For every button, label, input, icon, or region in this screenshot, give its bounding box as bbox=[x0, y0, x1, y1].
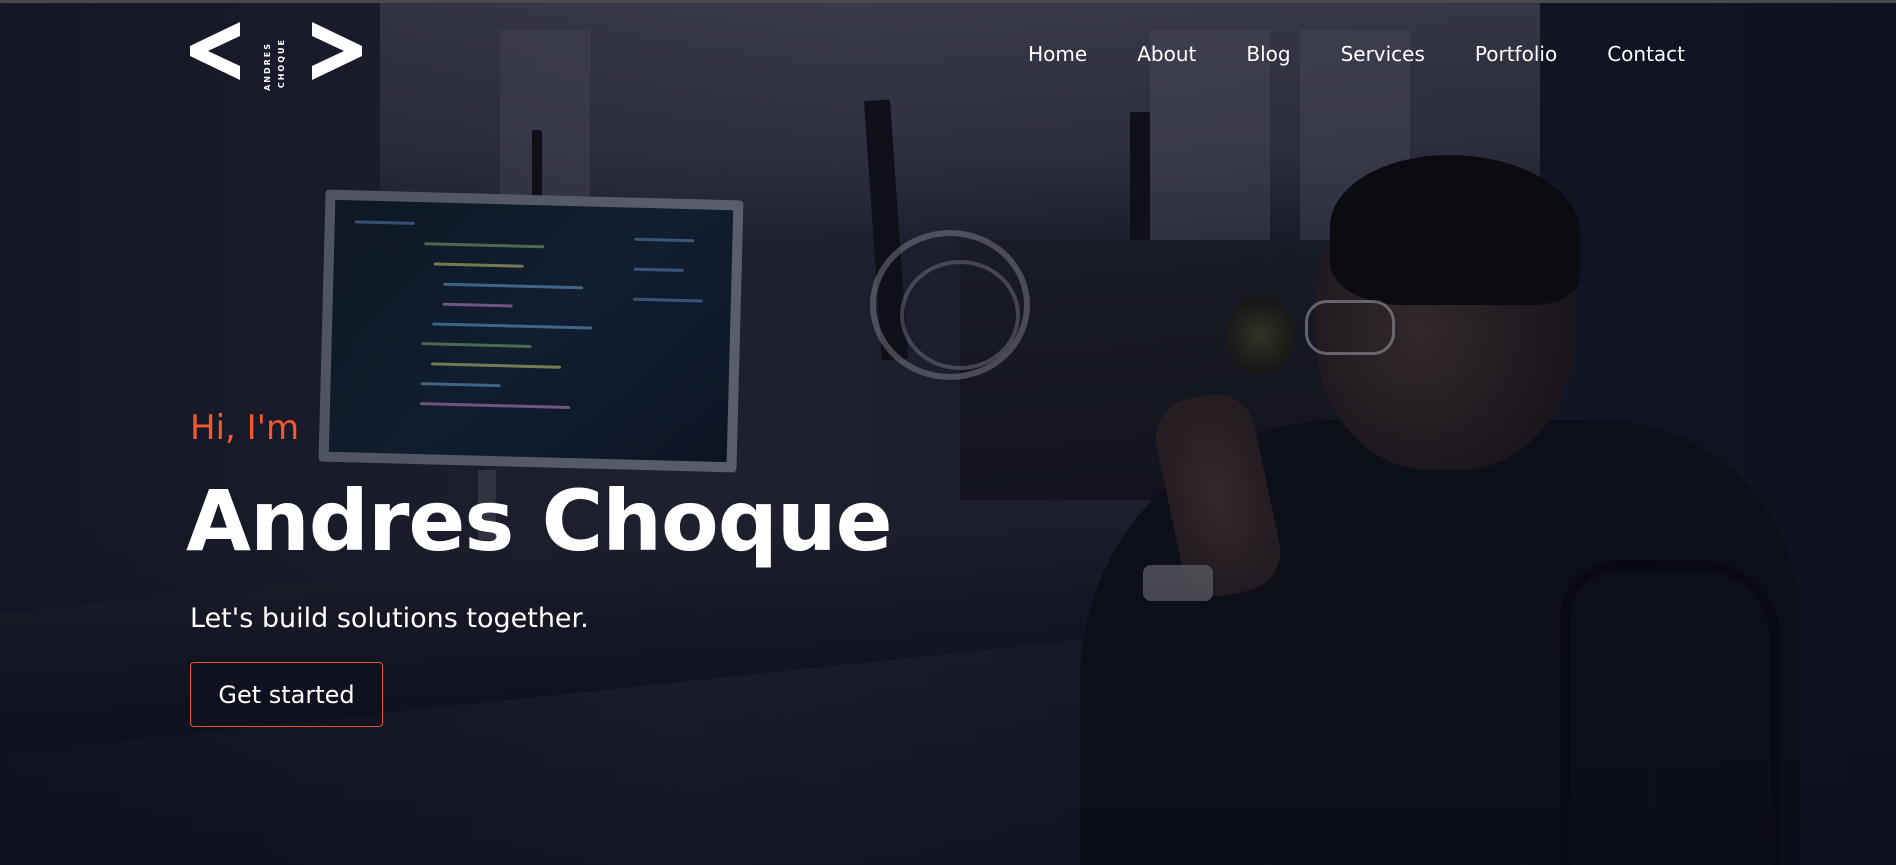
nav-item-services[interactable]: Services bbox=[1341, 42, 1425, 66]
hero-section: ANDRES CHOQUE Home About Blog Services P… bbox=[0, 0, 1896, 865]
main-nav: Home About Blog Services Portfolio Conta… bbox=[978, 42, 1685, 66]
code-brackets-icon bbox=[190, 22, 362, 80]
nav-item-blog[interactable]: Blog bbox=[1246, 42, 1290, 66]
hero-tagline: Let's build solutions together. bbox=[190, 603, 589, 634]
get-started-button[interactable]: Get started bbox=[190, 662, 383, 727]
logo-line-2: CHOQUE bbox=[277, 38, 286, 89]
hero-greeting: Hi, I'm bbox=[190, 408, 300, 448]
nav-item-portfolio[interactable]: Portfolio bbox=[1475, 42, 1557, 66]
logo-line-1: ANDRES bbox=[263, 42, 272, 91]
hero-name: Andres Choque bbox=[186, 472, 893, 570]
nav-item-home[interactable]: Home bbox=[1028, 42, 1087, 66]
top-border bbox=[0, 0, 1896, 3]
nav-item-about[interactable]: About bbox=[1137, 42, 1196, 66]
nav-item-contact[interactable]: Contact bbox=[1607, 42, 1685, 66]
logo[interactable]: ANDRES CHOQUE bbox=[190, 18, 362, 91]
